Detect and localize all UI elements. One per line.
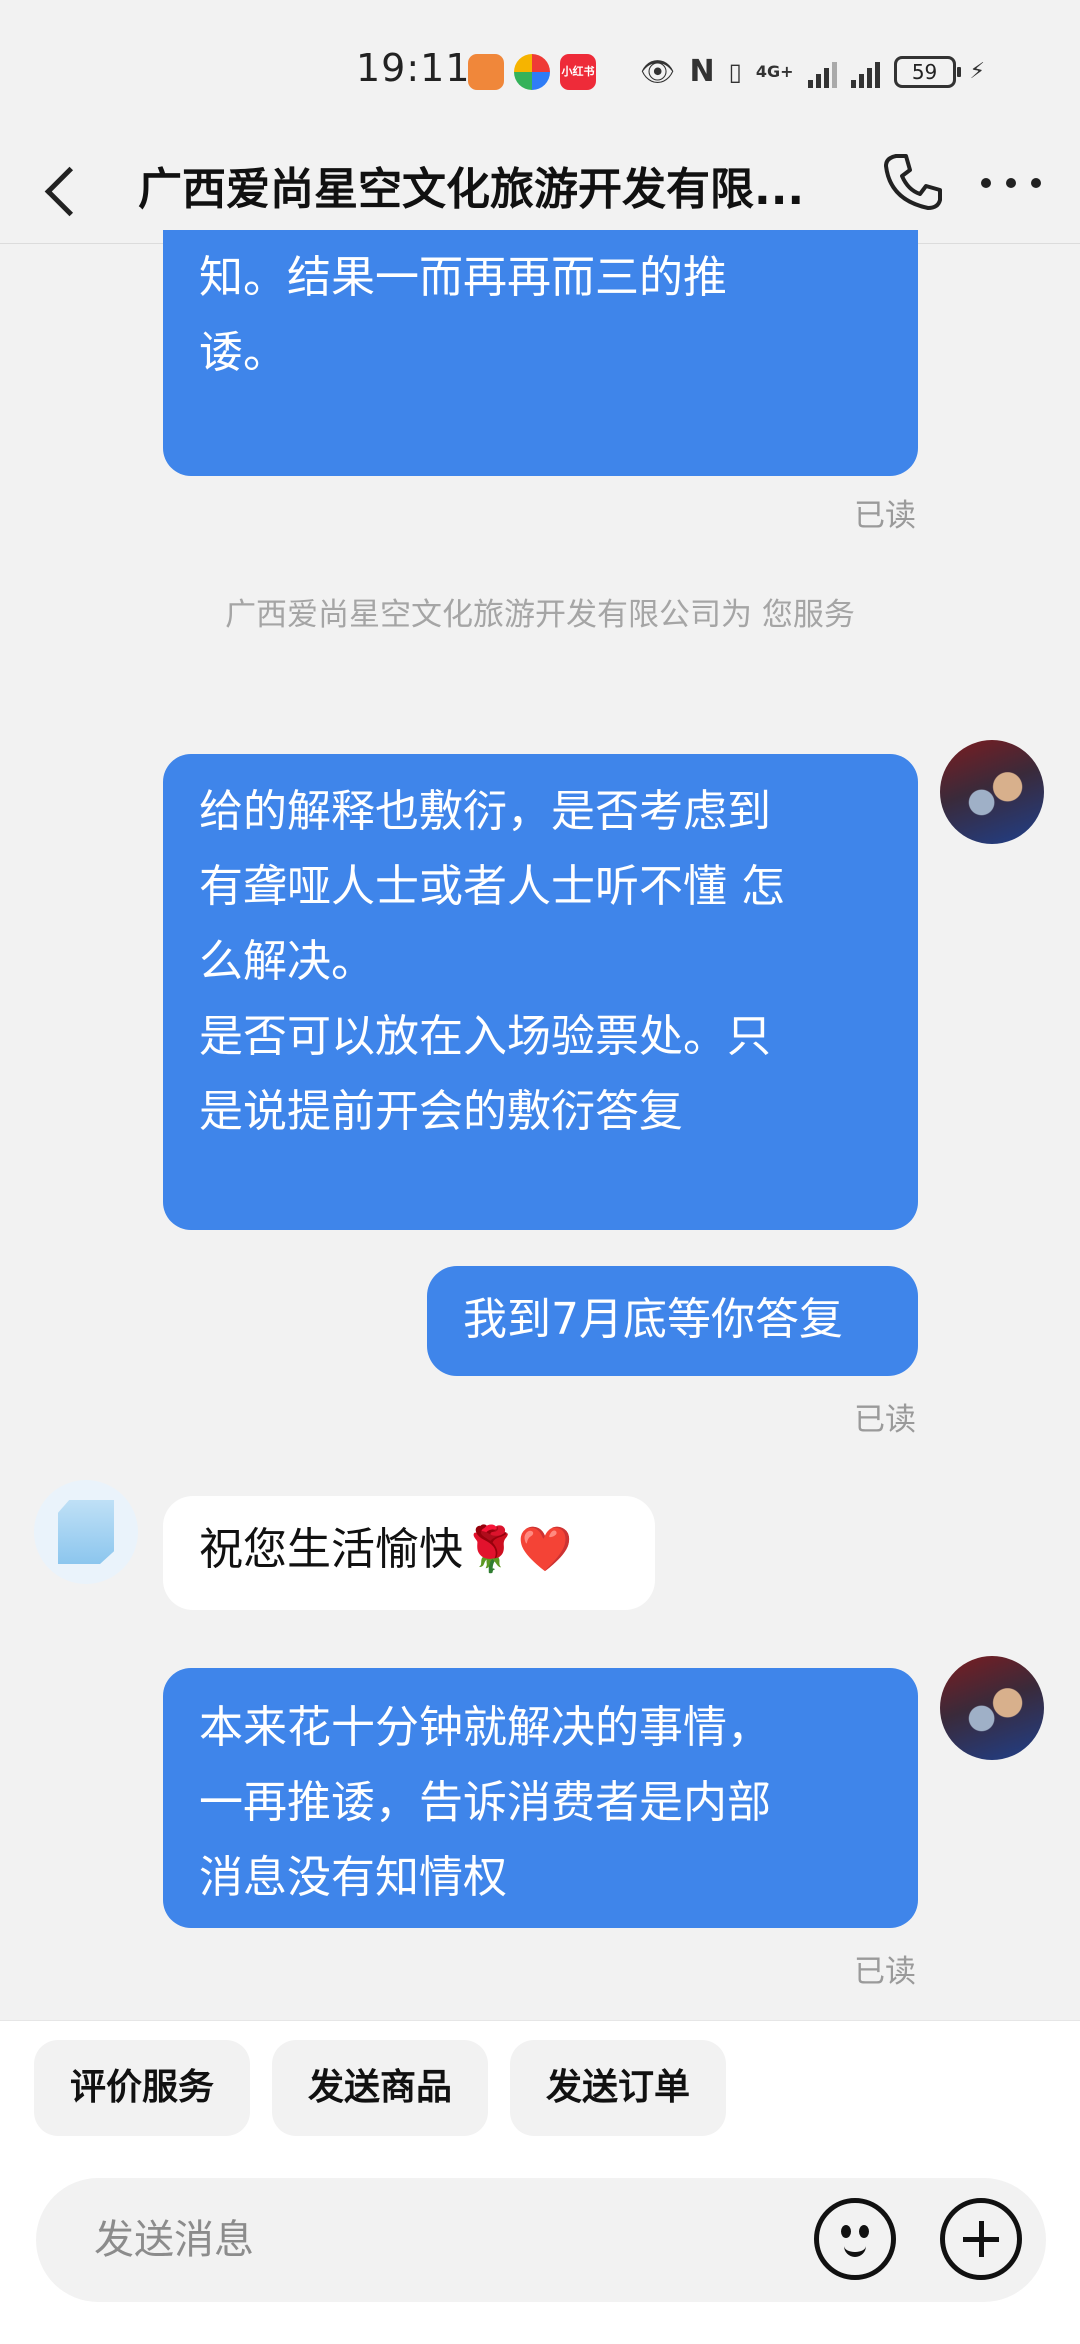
message-bubble-received[interactable]: 祝您生活愉快🌹❤️: [163, 1496, 655, 1610]
signal-icon: [807, 56, 837, 88]
chat-title: 广西爱尚星空文化旅游开发有限...: [138, 164, 805, 215]
rate-service-button[interactable]: 评价服务: [34, 2040, 251, 2136]
emoji-mouth: [844, 2243, 866, 2257]
status-bar: 19:11 小红书 👁 N ▯ 4G+ 59 ⚡: [0, 0, 1080, 140]
charging-icon: ⚡: [969, 59, 985, 84]
message-bubble-sent[interactable]: 给的解释也敷衍，是否考虑到 有聋哑人士或者人士听不懂 怎 么解决。 是否可以放在…: [163, 754, 918, 1230]
status-time: 19:11: [356, 46, 471, 90]
phone-icon[interactable]: [880, 150, 944, 214]
read-status: 已读: [854, 1954, 916, 1990]
emoji-eye: [859, 2225, 869, 2238]
message-bubble-sent[interactable]: 本来花十分钟就解决的事情， 一再推诿，告诉消费者是内部 消息没有知情权: [163, 1668, 918, 1928]
network-type: 4G+: [755, 62, 794, 81]
shop-logo-icon: [58, 1500, 114, 1564]
send-product-button[interactable]: 发送商品: [272, 2040, 489, 2136]
message-input[interactable]: [92, 2178, 792, 2302]
message-bubble-sent[interactable]: 知。结果一而再再而三的推 诿。: [163, 230, 918, 476]
message-bubble-sent[interactable]: 我到7月底等你答复: [427, 1266, 918, 1376]
back-button[interactable]: [32, 158, 96, 222]
emoji-icon[interactable]: [814, 2198, 896, 2280]
user-avatar[interactable]: [940, 740, 1044, 844]
battery-icon: 59: [893, 56, 961, 88]
plus-icon[interactable]: [940, 2198, 1022, 2280]
emoji-eye: [841, 2225, 851, 2238]
user-avatar[interactable]: [940, 1656, 1044, 1760]
signal-icon: [850, 56, 880, 88]
read-status: 已读: [854, 498, 916, 534]
more-button[interactable]: [975, 150, 1047, 214]
app-notification-icon: [514, 54, 550, 90]
app-notification-icon: [468, 54, 504, 90]
message-input-box: [36, 2178, 1046, 2302]
read-status: 已读: [854, 1402, 916, 1438]
eye-icon: 👁: [640, 55, 676, 88]
nfc-icon: N: [689, 54, 715, 89]
send-order-button[interactable]: 发送订单: [510, 2040, 727, 2136]
shop-avatar[interactable]: [34, 1480, 138, 1584]
system-notice: 广西爱尚星空文化旅游开发有限公司为 您服务: [225, 597, 855, 633]
system-icons: 👁 N ▯ 4G+ 59 ⚡: [640, 50, 985, 94]
vibrate-icon: ▯: [728, 58, 742, 86]
xiaohongshu-icon: 小红书: [560, 54, 596, 90]
